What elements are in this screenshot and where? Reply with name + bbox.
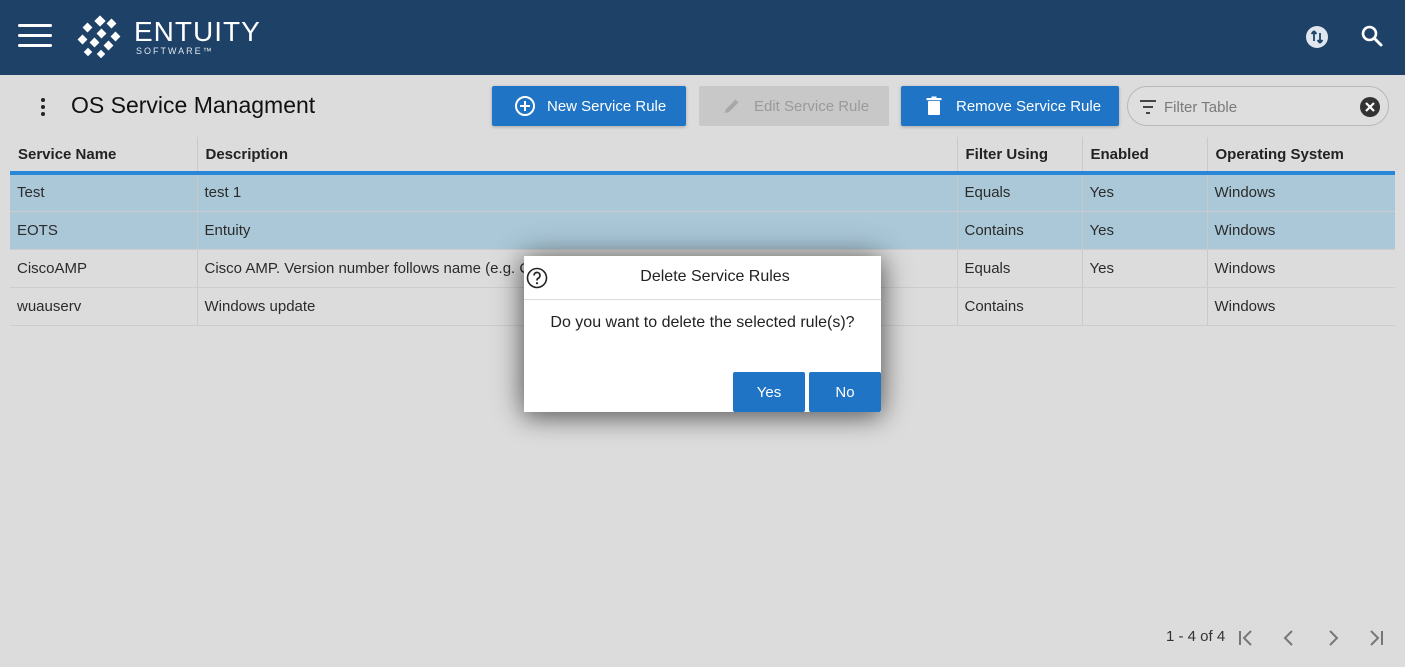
table-row[interactable]: EOTS Entuity Contains Yes Windows: [10, 211, 1395, 250]
brand-name: ENTUITY: [134, 16, 261, 47]
top-bar: ENTUITY SOFTWARE™: [0, 0, 1405, 75]
next-page-icon[interactable]: [1322, 627, 1344, 649]
dialog-header: Delete Service Rules: [524, 256, 881, 300]
column-header-service-name[interactable]: Service Name: [10, 137, 198, 175]
pencil-icon: [725, 99, 739, 113]
brand-text: ENTUITY SOFTWARE™: [134, 18, 261, 56]
table-header-row: Service Name Description Filter Using En…: [10, 137, 1395, 175]
trash-icon: [926, 96, 942, 115]
dialog-title: Delete Service Rules: [640, 268, 790, 285]
remove-service-rule-button[interactable]: Remove Service Rule: [901, 86, 1119, 126]
cell-filter-using: Equals: [957, 173, 1083, 212]
cell-service-name: EOTS: [10, 211, 198, 250]
clear-filter-icon[interactable]: [1359, 96, 1381, 118]
new-service-rule-button[interactable]: New Service Rule: [492, 86, 686, 126]
column-header-enabled[interactable]: Enabled: [1082, 137, 1208, 175]
cell-filter-using: Contains: [957, 211, 1083, 250]
cell-enabled: Yes: [1082, 249, 1208, 288]
edit-service-rule-label: Edit Service Rule: [754, 97, 870, 115]
cell-operating-system: Windows: [1207, 211, 1395, 250]
first-page-icon[interactable]: [1235, 627, 1257, 649]
menu-icon[interactable]: [18, 24, 52, 48]
new-service-rule-label: New Service Rule: [547, 97, 667, 115]
column-header-description[interactable]: Description: [197, 137, 958, 175]
column-header-filter-using[interactable]: Filter Using: [957, 137, 1083, 175]
column-header-operating-system[interactable]: Operating System: [1207, 137, 1395, 175]
pagination-range: 1 - 4 of 4: [1166, 628, 1226, 645]
edit-service-rule-button[interactable]: Edit Service Rule: [699, 86, 889, 126]
cell-filter-using: Equals: [957, 249, 1083, 288]
dialog-message: Do you want to delete the selected rule(…: [550, 314, 855, 331]
cell-service-name: Test: [10, 173, 198, 212]
filter-icon: [1140, 100, 1156, 114]
cell-enabled: [1082, 287, 1208, 326]
add-circle-icon: [515, 96, 535, 116]
cell-description: Entuity: [197, 211, 958, 250]
remove-service-rule-label: Remove Service Rule: [956, 97, 1102, 115]
more-options-icon[interactable]: [33, 95, 53, 119]
entuity-logo-mark: [77, 15, 121, 59]
cell-description: test 1: [197, 173, 958, 212]
cell-service-name: CiscoAMP: [10, 249, 198, 288]
yes-button[interactable]: Yes: [733, 372, 805, 412]
filter-table: [1127, 86, 1389, 126]
previous-page-icon[interactable]: [1278, 627, 1300, 649]
cell-operating-system: Windows: [1207, 249, 1395, 288]
table-row[interactable]: Test test 1 Equals Yes Windows: [10, 173, 1395, 212]
cell-operating-system: Windows: [1207, 173, 1395, 212]
page-title: OS Service Managment: [71, 92, 316, 118]
entuity-logo[interactable]: ENTUITY SOFTWARE™: [76, 14, 261, 60]
sync-icon[interactable]: [1304, 24, 1330, 50]
search-icon[interactable]: [1359, 23, 1385, 49]
cell-operating-system: Windows: [1207, 287, 1395, 326]
no-button[interactable]: No: [809, 372, 881, 412]
filter-table-input[interactable]: [1162, 95, 1356, 119]
cell-enabled: Yes: [1082, 173, 1208, 212]
last-page-icon[interactable]: [1365, 627, 1387, 649]
cell-service-name: wuauserv: [10, 287, 198, 326]
cell-filter-using: Contains: [957, 287, 1083, 326]
brand-sub: SOFTWARE™: [136, 46, 214, 56]
delete-confirm-dialog: Delete Service Rules Do you want to dele…: [524, 256, 881, 412]
cell-enabled: Yes: [1082, 211, 1208, 250]
